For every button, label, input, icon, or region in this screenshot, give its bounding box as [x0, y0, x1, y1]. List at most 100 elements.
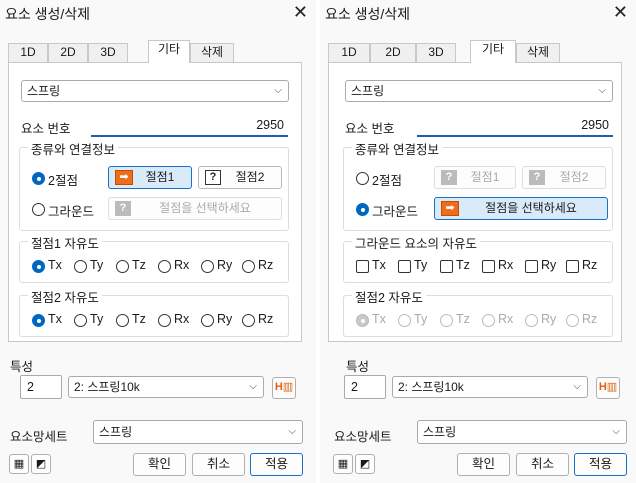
dof2-rz-radio[interactable]	[242, 314, 255, 327]
property-value: 2: 스프링10k	[398, 380, 464, 394]
tab-bar: 1D 2D 3D 기타 삭제	[328, 40, 628, 63]
eraser-icon[interactable]: ◩	[355, 454, 375, 474]
chevron-down-icon: ⌵	[274, 85, 282, 96]
dof2-tx-radio[interactable]	[32, 314, 45, 327]
dof2-ty-radio[interactable]	[398, 314, 411, 327]
dof2-rz-label: Rz	[258, 312, 274, 326]
display-icon[interactable]: ▦	[333, 454, 353, 474]
dof-tx-checkbox[interactable]	[356, 260, 369, 273]
radio-2node[interactable]	[356, 172, 369, 185]
tab-1d[interactable]: 1D	[328, 43, 370, 62]
dof2-tz-radio[interactable]	[116, 314, 129, 327]
property-combo[interactable]: 2: 스프링10k ⌵	[68, 376, 264, 398]
close-icon[interactable]: ✕	[293, 1, 308, 23]
dof2-tz-radio[interactable]	[440, 314, 453, 327]
element-no-label: 요소 번호	[21, 122, 71, 136]
dof2-rx-radio[interactable]	[158, 314, 171, 327]
tab-delete[interactable]: 삭제	[190, 43, 234, 62]
mesh-set-label: 요소망세트	[334, 430, 392, 444]
tab-3d[interactable]: 3D	[88, 43, 128, 62]
dof2-rz-label: Rz	[582, 312, 598, 326]
dof2-tx-radio[interactable]	[356, 314, 369, 327]
dof2-ry-label: Ry	[541, 312, 557, 326]
dof1-tx-radio[interactable]	[32, 260, 45, 273]
dof1-ty-label: Ty	[90, 258, 104, 272]
dof-tz-checkbox[interactable]	[440, 260, 453, 273]
property-no-input[interactable]: 2	[344, 375, 386, 399]
ok-button[interactable]: 확인	[133, 453, 186, 476]
tab-3d[interactable]: 3D	[416, 43, 456, 62]
apply-button[interactable]: 적용	[574, 453, 627, 476]
dof2-rx-radio[interactable]	[482, 314, 495, 327]
dof2-rx-label: Rx	[174, 312, 190, 326]
dof1-ry-radio[interactable]	[201, 260, 214, 273]
dof1-tz-label: Tz	[132, 258, 146, 272]
element-type-combo[interactable]: 스프링 ⌵	[345, 80, 613, 102]
property-combo[interactable]: 2: 스프링10k ⌵	[392, 376, 588, 398]
element-type-combo[interactable]: 스프링 ⌵	[21, 80, 289, 102]
property-manager-icon[interactable]: H▥	[596, 377, 620, 399]
node2-button[interactable]: ? 절점2	[198, 166, 282, 189]
node2-label: 절점2	[559, 170, 589, 184]
tab-etc[interactable]: 기타	[470, 40, 516, 63]
select-node-button[interactable]: ? 절점을 선택하세요	[108, 197, 282, 220]
dof-ry-checkbox[interactable]	[525, 260, 538, 273]
element-no-input[interactable]: 2950	[91, 115, 288, 137]
node1-button[interactable]: ? 절점1	[434, 166, 516, 189]
dof1-ry-label: Ry	[217, 258, 233, 272]
group-dof2: 절점2 자유도 Tx Ty Tz Rx Ry Rz	[343, 287, 613, 337]
dof2-ty-radio[interactable]	[74, 314, 87, 327]
dof-rx-label: Rx	[498, 258, 514, 272]
property-no-input[interactable]: 2	[20, 375, 62, 399]
dof-rx-checkbox[interactable]	[482, 260, 495, 273]
radio-ground-label: 그라운드	[48, 205, 95, 219]
group-dof1: 절점1 자유도 Tx Ty Tz Rx Ry Rz	[19, 233, 289, 283]
group-connection: 종류와 연결정보 2절점 ➡ 절점1 ? 절점2 그라운드 ? 절점을 선택하세요	[19, 139, 289, 231]
radio-ground-label: 그라운드	[372, 205, 419, 219]
dof1-rz-radio[interactable]	[242, 260, 255, 273]
tab-2d[interactable]: 2D	[370, 43, 416, 62]
tab-etc[interactable]: 기타	[148, 40, 190, 63]
group-dof1-title: 절점1 자유도	[28, 233, 102, 252]
node1-button[interactable]: ➡ 절점1	[108, 166, 192, 189]
cancel-button[interactable]: 취소	[192, 453, 245, 476]
mesh-set-combo[interactable]: 스프링 ⌵	[417, 420, 627, 444]
dof2-ty-label: Ty	[90, 312, 104, 326]
dialog-title: 요소 생성/삭제	[325, 6, 411, 22]
group-ground-dof-title: 그라운드 요소의 자유도	[352, 233, 480, 252]
tab-delete[interactable]: 삭제	[516, 43, 560, 62]
property-manager-icon[interactable]: H▥	[272, 377, 296, 399]
ok-button[interactable]: 확인	[457, 453, 510, 476]
radio-ground[interactable]	[32, 203, 45, 216]
dof2-ry-radio[interactable]	[525, 314, 538, 327]
node2-label: 절점2	[235, 170, 265, 184]
dof2-tx-label: Tx	[48, 312, 62, 326]
node2-button[interactable]: ? 절점2	[522, 166, 606, 189]
radio-ground[interactable]	[356, 203, 369, 216]
dof1-rx-radio[interactable]	[158, 260, 171, 273]
tab-2d[interactable]: 2D	[48, 43, 88, 62]
apply-button[interactable]: 적용	[250, 453, 303, 476]
select-node-label: 절점을 선택하세요	[159, 201, 251, 215]
tab-1d[interactable]: 1D	[8, 43, 48, 62]
dialog-right: 요소 생성/삭제 ✕ 1D 2D 3D 기타 삭제 스프링 ⌵ 요소 번호 295…	[320, 0, 636, 483]
mesh-set-value: 스프링	[423, 425, 457, 439]
mesh-set-combo[interactable]: 스프링 ⌵	[93, 420, 303, 444]
dof1-ty-radio[interactable]	[74, 260, 87, 273]
group-connection-title: 종류와 연결정보	[352, 139, 442, 158]
dof2-ry-label: Ry	[217, 312, 233, 326]
radio-2node[interactable]	[32, 172, 45, 185]
dof2-ry-radio[interactable]	[201, 314, 214, 327]
dof-ty-checkbox[interactable]	[398, 260, 411, 273]
dof-rz-label: Rz	[582, 258, 598, 272]
cancel-button[interactable]: 취소	[516, 453, 569, 476]
select-node-button[interactable]: ➡ 절점을 선택하세요	[434, 197, 608, 220]
element-no-input[interactable]: 2950	[417, 115, 613, 137]
dof1-tz-radio[interactable]	[116, 260, 129, 273]
display-icon[interactable]: ▦	[9, 454, 29, 474]
close-icon[interactable]: ✕	[613, 1, 628, 23]
dof2-tx-label: Tx	[372, 312, 386, 326]
dof2-rz-radio[interactable]	[566, 314, 579, 327]
dof-rz-checkbox[interactable]	[566, 260, 579, 273]
eraser-icon[interactable]: ◩	[31, 454, 51, 474]
